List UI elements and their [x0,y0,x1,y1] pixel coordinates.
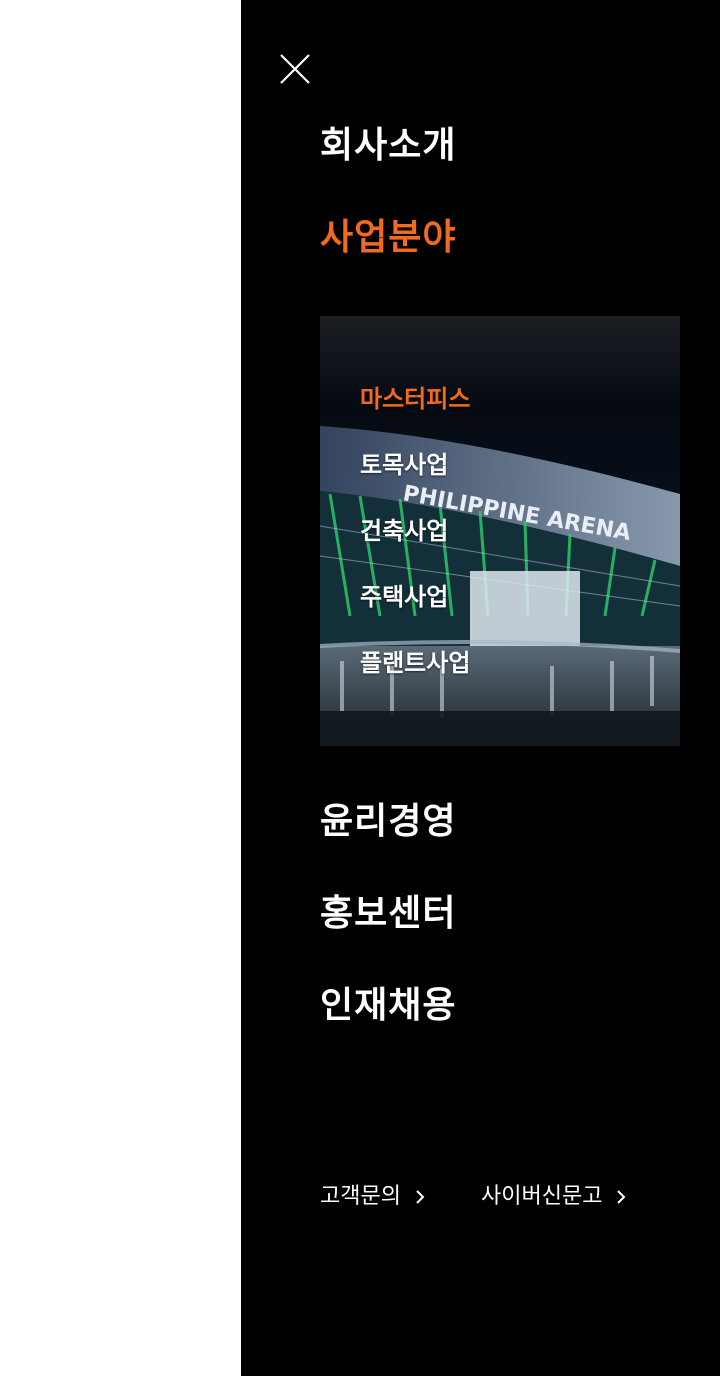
close-button[interactable] [277,51,313,87]
submenu-item-plant[interactable]: 플랜트사업 [360,648,470,678]
menu-item-recruit[interactable]: 인재채용 [320,984,456,1028]
submenu-item-masterpiece[interactable]: 마스터피스 [360,384,470,414]
cyber-petition-label: 사이버신문고 [481,1184,603,1209]
customer-inquiry-label: 고객문의 [320,1184,401,1209]
customer-inquiry-link[interactable]: 고객문의 [320,1182,427,1212]
side-navigation-drawer: 회사소개 사업분야 PHILIPPINE ARENA 마스터피스 토목사업 건축… [241,0,720,1376]
menu-item-company[interactable]: 회사소개 [320,124,456,168]
chevron-right-icon [617,1190,626,1204]
menu-item-ethics[interactable]: 윤리경영 [320,800,456,844]
page-backdrop[interactable] [0,0,241,1376]
submenu-item-architecture[interactable]: 건축사업 [360,516,448,546]
close-icon [280,54,310,84]
business-submenu: PHILIPPINE ARENA 마스터피스 토목사업 건축사업 주택사업 플랜… [320,316,680,746]
submenu-item-civil[interactable]: 토목사업 [360,450,448,480]
submenu-item-housing[interactable]: 주택사업 [360,582,448,612]
menu-item-pr-center[interactable]: 홍보센터 [320,892,456,936]
cyber-petition-link[interactable]: 사이버신문고 [481,1182,628,1212]
menu-item-business[interactable]: 사업분야 [320,216,456,260]
chevron-right-icon [416,1190,425,1204]
